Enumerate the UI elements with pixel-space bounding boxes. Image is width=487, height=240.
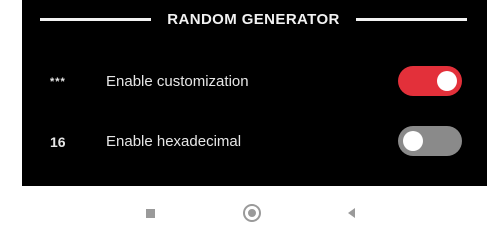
toggle-knob	[403, 131, 423, 151]
back-button[interactable]	[341, 202, 363, 224]
section-title: RANDOM GENERATOR	[167, 10, 340, 28]
hexadecimal-toggle[interactable]	[398, 126, 462, 156]
asterisks-icon: ***	[50, 76, 66, 88]
toggle-knob	[437, 71, 457, 91]
screen: RANDOM GENERATOR *** Enable customizatio…	[0, 0, 487, 240]
header-divider-right	[355, 17, 468, 21]
setting-row-hexadecimal[interactable]: 16 Enable hexadecimal	[22, 122, 487, 162]
header-divider-left	[40, 17, 152, 21]
setting-row-customization[interactable]: *** Enable customization	[22, 62, 487, 102]
recent-apps-button[interactable]	[140, 202, 162, 224]
customization-toggle[interactable]	[398, 66, 462, 96]
home-button[interactable]	[241, 202, 263, 224]
home-icon	[243, 204, 261, 222]
recent-apps-icon	[146, 209, 155, 218]
section-header: RANDOM GENERATOR	[40, 8, 468, 30]
back-icon	[348, 208, 355, 218]
setting-label-customization: Enable customization	[106, 73, 249, 90]
hex-16-icon: 16	[50, 134, 66, 150]
system-navigation-bar	[0, 186, 487, 240]
setting-label-hexadecimal: Enable hexadecimal	[106, 133, 242, 150]
settings-panel: RANDOM GENERATOR *** Enable customizatio…	[22, 0, 487, 186]
